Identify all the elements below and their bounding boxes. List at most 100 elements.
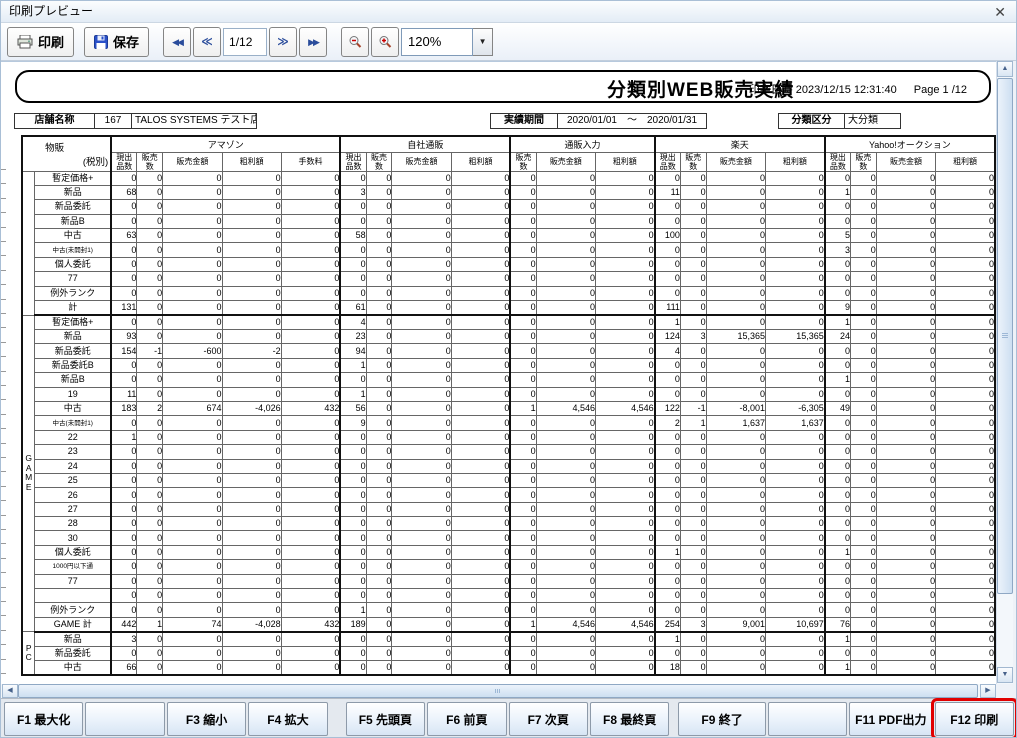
cell: 0	[851, 243, 877, 257]
cell: 1	[825, 661, 851, 676]
chevron-down-icon[interactable]: ▼	[473, 28, 493, 56]
cell: 0	[595, 301, 654, 316]
cell: 0	[281, 387, 340, 401]
row-label: 中古(未開封1)	[35, 416, 111, 430]
horizontal-scroll-thumb[interactable]	[18, 684, 978, 698]
zoom-in-button[interactable]	[371, 27, 399, 57]
cell: 3	[680, 330, 706, 344]
next-page-button[interactable]: ≫	[269, 27, 297, 57]
cell: 0	[766, 301, 825, 316]
save-button[interactable]: 保存	[84, 27, 149, 57]
zoom-out-button[interactable]	[341, 27, 369, 57]
f7-button[interactable]: F7 次頁	[509, 702, 588, 736]
f5-button[interactable]: F5 先頭頁	[346, 702, 425, 736]
cell: 0	[111, 286, 137, 300]
table-row: 7700000000000000000000	[22, 272, 995, 286]
cell: 0	[536, 229, 595, 243]
cell: 0	[680, 214, 706, 228]
cell: 0	[655, 286, 681, 300]
cell: 0	[680, 185, 706, 199]
row-label: 1000円以下通	[35, 560, 111, 574]
cell: 0	[137, 661, 163, 676]
cell: 0	[510, 200, 536, 214]
cell: 0	[536, 315, 595, 330]
table-row: 新品委託B00000100000000000000	[22, 358, 995, 372]
zoom-value[interactable]: 120%	[401, 28, 473, 56]
cell: 0	[876, 531, 935, 545]
period-value: 2020/01/01 ～ 2020/01/31	[557, 113, 707, 129]
f8-button[interactable]: F8 最終頁	[590, 702, 669, 736]
cell: 0	[137, 560, 163, 574]
f9-button[interactable]: F9 終了	[678, 702, 765, 736]
row-tick	[1, 486, 6, 487]
row-label: 例外ランク	[35, 286, 111, 300]
cell: 0	[825, 646, 851, 660]
zoom-select[interactable]: 120% ▼	[401, 28, 493, 56]
prev-page-button[interactable]: ≪	[193, 27, 221, 57]
section-category: GAME	[22, 315, 35, 632]
cell: 0	[510, 330, 536, 344]
group-header: アマゾン	[111, 136, 340, 152]
first-page-button[interactable]: ◀◀	[163, 27, 191, 57]
f11-button[interactable]: F11 PDF出力	[849, 702, 932, 736]
table-row: 19110000100000000000000	[22, 387, 995, 401]
cell: 0	[536, 646, 595, 660]
table-row: 3000000000000000000000	[22, 531, 995, 545]
print-datetime: 2023/12/15 12:31:40	[796, 84, 897, 96]
vertical-scrollbar[interactable]: ▲ ▼	[996, 61, 1013, 684]
cell: 0	[111, 488, 137, 502]
cell: 0	[766, 459, 825, 473]
cell: 1	[655, 545, 681, 559]
cell: 4,546	[536, 617, 595, 632]
scroll-right-icon[interactable]: ▶	[980, 684, 996, 698]
scroll-left-icon[interactable]: ◀	[2, 684, 18, 698]
cell: 0	[451, 473, 510, 487]
cell: 1	[825, 315, 851, 330]
cell: 0	[451, 603, 510, 617]
print-button[interactable]: 印刷	[7, 27, 74, 57]
close-icon[interactable]: ✕	[994, 2, 1006, 22]
cell: 0	[680, 574, 706, 588]
cell: 0	[851, 200, 877, 214]
cell: 0	[451, 646, 510, 660]
cell: 0	[876, 589, 935, 603]
vertical-scroll-thumb[interactable]	[997, 78, 1013, 594]
column-header: 販売金額	[163, 152, 222, 171]
horizontal-scrollbar[interactable]: ◀ ▶	[1, 684, 996, 698]
cell: 442	[111, 617, 137, 632]
cell: 0	[451, 445, 510, 459]
page-indicator[interactable]: 1/12	[223, 28, 267, 56]
last-page-button[interactable]: ▶▶	[299, 27, 327, 57]
f1-button[interactable]: F1 最大化	[4, 702, 83, 736]
column-header: 現出品数	[340, 152, 366, 171]
cell: 0	[163, 574, 222, 588]
row-tick	[1, 543, 6, 544]
cell: 0	[936, 214, 995, 228]
scroll-up-icon[interactable]: ▲	[997, 61, 1013, 77]
f6-button[interactable]: F6 前頁	[427, 702, 506, 736]
cell: -600	[163, 344, 222, 358]
cell: 0	[340, 430, 366, 444]
section-category: PC	[22, 632, 35, 675]
cell: 0	[876, 473, 935, 487]
f12-button[interactable]: F12 印刷	[935, 702, 1014, 736]
cell: 0	[111, 531, 137, 545]
cell: 0	[680, 661, 706, 676]
table-row: 2700000000000000000000	[22, 502, 995, 516]
cell: 0	[392, 661, 451, 676]
row-label: 新品	[35, 330, 111, 344]
scroll-down-icon[interactable]: ▼	[997, 667, 1013, 683]
cell: 0	[281, 416, 340, 430]
f3-button[interactable]: F3 縮小	[167, 702, 246, 736]
cell: 0	[222, 301, 281, 316]
cell: 0	[366, 286, 392, 300]
cell: 0	[936, 603, 995, 617]
cell: 0	[851, 330, 877, 344]
cell: 0	[222, 445, 281, 459]
row-tick	[1, 169, 6, 170]
cell: 0	[392, 502, 451, 516]
cell: 154	[111, 344, 137, 358]
cell: 0	[851, 286, 877, 300]
group-header: 自社通販	[340, 136, 510, 152]
f4-button[interactable]: F4 拡大	[248, 702, 327, 736]
